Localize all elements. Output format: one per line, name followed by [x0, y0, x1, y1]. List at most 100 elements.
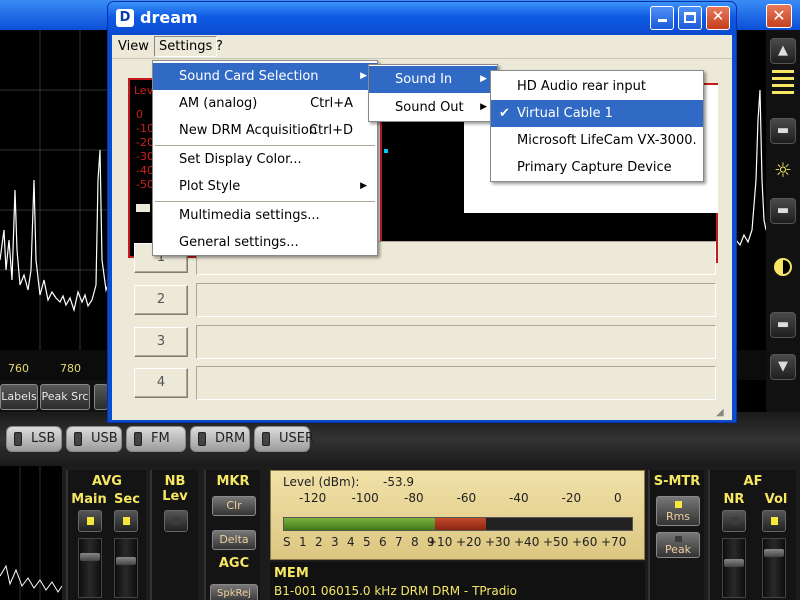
af-vol-slider[interactable]	[762, 538, 786, 598]
peak-src-button[interactable]: Peak Src	[40, 384, 90, 410]
s-unit-tick: +70	[601, 535, 627, 549]
spectrum-display-left	[0, 30, 110, 350]
af-nr-button[interactable]	[722, 510, 746, 532]
menu-item-sound-out[interactable]: Sound Out ▶	[369, 94, 497, 121]
menu-help[interactable]: ?	[216, 39, 223, 54]
level-scale-tick: -100	[351, 491, 379, 505]
contrast-slider-button[interactable]: ▬	[770, 312, 796, 338]
s-unit-tick: S	[283, 535, 291, 549]
mem-title: MEM	[274, 566, 309, 581]
service-label-4	[196, 366, 716, 400]
level-tick: 0	[136, 108, 143, 121]
brightness-slider-button[interactable]: ▬	[770, 198, 796, 224]
spectrum-trace-right	[736, 89, 766, 247]
nb-lev-button[interactable]	[164, 510, 188, 532]
menu-settings[interactable]: Settings	[154, 36, 218, 57]
menu-item-label: New DRM Acquisition	[179, 123, 318, 138]
mode-user-button[interactable]: USER	[254, 426, 314, 452]
menu-item-label: Sound In	[395, 72, 453, 87]
menu-item-sound-card-selection[interactable]: Sound Card Selection ▶	[153, 63, 377, 90]
close-icon: ✕	[711, 7, 725, 25]
spectrum-trace-left	[0, 30, 110, 350]
level-indicator	[136, 204, 150, 212]
mode-label: USER	[279, 431, 315, 446]
menu-item-microsoft-lifecam[interactable]: Microsoft LifeCam VX-3000.	[491, 127, 703, 154]
level-meter-label: Level (dBm):	[283, 475, 360, 489]
menu-item-set-display-color[interactable]: Set Display Color...	[153, 146, 377, 173]
mode-usb-button[interactable]: USB	[66, 426, 122, 452]
avg-main-button[interactable]	[78, 510, 102, 532]
mode-fm-button[interactable]: FM	[126, 426, 186, 452]
mode-lsb-button[interactable]: LSB	[6, 426, 62, 452]
menu-view[interactable]: View	[118, 39, 149, 54]
dream-titlebar[interactable]: D dream ✕	[108, 2, 736, 35]
af-vol-button[interactable]	[762, 510, 786, 532]
resize-grip-icon[interactable]: ◢	[716, 407, 730, 419]
smtr-peak-label: Peak	[664, 543, 692, 556]
menu-item-am-analog[interactable]: AM (analog) Ctrl+A	[153, 90, 377, 117]
avg-title: AVG	[92, 474, 122, 489]
labels-button[interactable]: Labels	[0, 384, 38, 410]
level-scale-tick: -120	[299, 491, 327, 505]
avg-panel: AVG Main Sec	[66, 470, 146, 600]
scroll-down-button[interactable]: ▼	[770, 354, 796, 380]
mode-drm-button[interactable]: DRM	[190, 426, 250, 452]
s-unit-tick: 3	[331, 535, 339, 549]
zoom-level-indicator	[770, 66, 796, 110]
level-scale-tick: -80	[404, 491, 424, 505]
brightness-icon[interactable]: ☼	[770, 158, 796, 184]
menu-item-sound-in[interactable]: Sound In ▶	[369, 66, 497, 93]
nb-panel: NB Lev	[150, 470, 198, 600]
s-unit-tick: 1	[299, 535, 307, 549]
avg-main-slider[interactable]	[78, 538, 102, 598]
s-unit-tick: 7	[395, 535, 403, 549]
background-close-button[interactable]: ✕	[766, 4, 792, 28]
menu-item-hd-audio-rear-input[interactable]: HD Audio rear input	[491, 73, 703, 100]
mode-label: LSB	[31, 431, 56, 446]
checkmark-icon: ✔	[499, 106, 510, 121]
smtr-rms-button[interactable]: Rms	[656, 496, 700, 526]
spectrum-extra-button[interactable]	[94, 384, 108, 410]
smtr-panel: S-MTR Rms Peak	[648, 470, 704, 600]
sound-in-submenu: HD Audio rear input ✔ Virtual Cable 1 Mi…	[490, 70, 704, 182]
avg-sec-button[interactable]	[114, 510, 138, 532]
avg-sec-slider[interactable]	[114, 538, 138, 598]
mkr-delta-button[interactable]: Delta	[212, 530, 256, 550]
waterfall-mini	[0, 466, 62, 600]
menu-item-plot-style[interactable]: Plot Style ▶	[153, 173, 377, 200]
menu-item-label: Primary Capture Device	[517, 160, 672, 175]
zoom-button[interactable]: ▬	[770, 118, 796, 144]
service-button-2[interactable]: 2	[134, 285, 188, 315]
menubar: View Settings ?	[112, 35, 732, 59]
smtr-peak-led	[675, 536, 682, 542]
af-vol-label: Vol	[764, 492, 788, 507]
service-button-4[interactable]: 4	[134, 368, 188, 398]
menu-item-primary-capture-device[interactable]: Primary Capture Device	[491, 154, 703, 181]
smtr-title: S-MTR	[653, 474, 701, 489]
level-scale-tick: -60	[456, 491, 477, 505]
af-panel: AF NR Vol	[708, 470, 796, 600]
menu-item-shortcut: Ctrl+A	[310, 96, 353, 111]
sound-card-submenu: Sound In ▶ Sound Out ▶	[368, 64, 498, 122]
menu-item-virtual-cable-1[interactable]: ✔ Virtual Cable 1	[491, 100, 703, 127]
menu-item-multimedia-settings[interactable]: Multimedia settings...	[153, 202, 377, 229]
menu-item-label: General settings...	[179, 235, 299, 250]
af-nr-slider[interactable]	[722, 538, 746, 598]
contrast-icon[interactable]	[774, 258, 792, 276]
mode-label: DRM	[215, 431, 246, 446]
agc-spkrej-button[interactable]: SpkRej	[210, 584, 258, 600]
close-button[interactable]: ✕	[706, 6, 730, 30]
s-unit-tick: +30	[485, 535, 511, 549]
menu-item-general-settings[interactable]: General settings...	[153, 229, 377, 256]
menu-item-label: Sound Card Selection	[179, 69, 319, 84]
mkr-clr-button[interactable]: Clr	[212, 496, 256, 516]
maximize-button[interactable]	[678, 6, 702, 30]
smtr-rms-label: Rms	[665, 510, 691, 523]
menu-item-label: Multimedia settings...	[179, 208, 320, 223]
smtr-peak-button[interactable]: Peak	[656, 532, 700, 558]
menu-item-new-drm-acquisition[interactable]: New DRM Acquisition Ctrl+D	[153, 117, 377, 144]
level-meter: Level (dBm): -53.9 -120 -100 -80 -60 -40 -20 0…	[270, 470, 645, 560]
service-button-3[interactable]: 3	[134, 327, 188, 357]
minimize-button[interactable]	[650, 6, 674, 30]
scroll-up-button[interactable]: ▲	[770, 38, 796, 64]
